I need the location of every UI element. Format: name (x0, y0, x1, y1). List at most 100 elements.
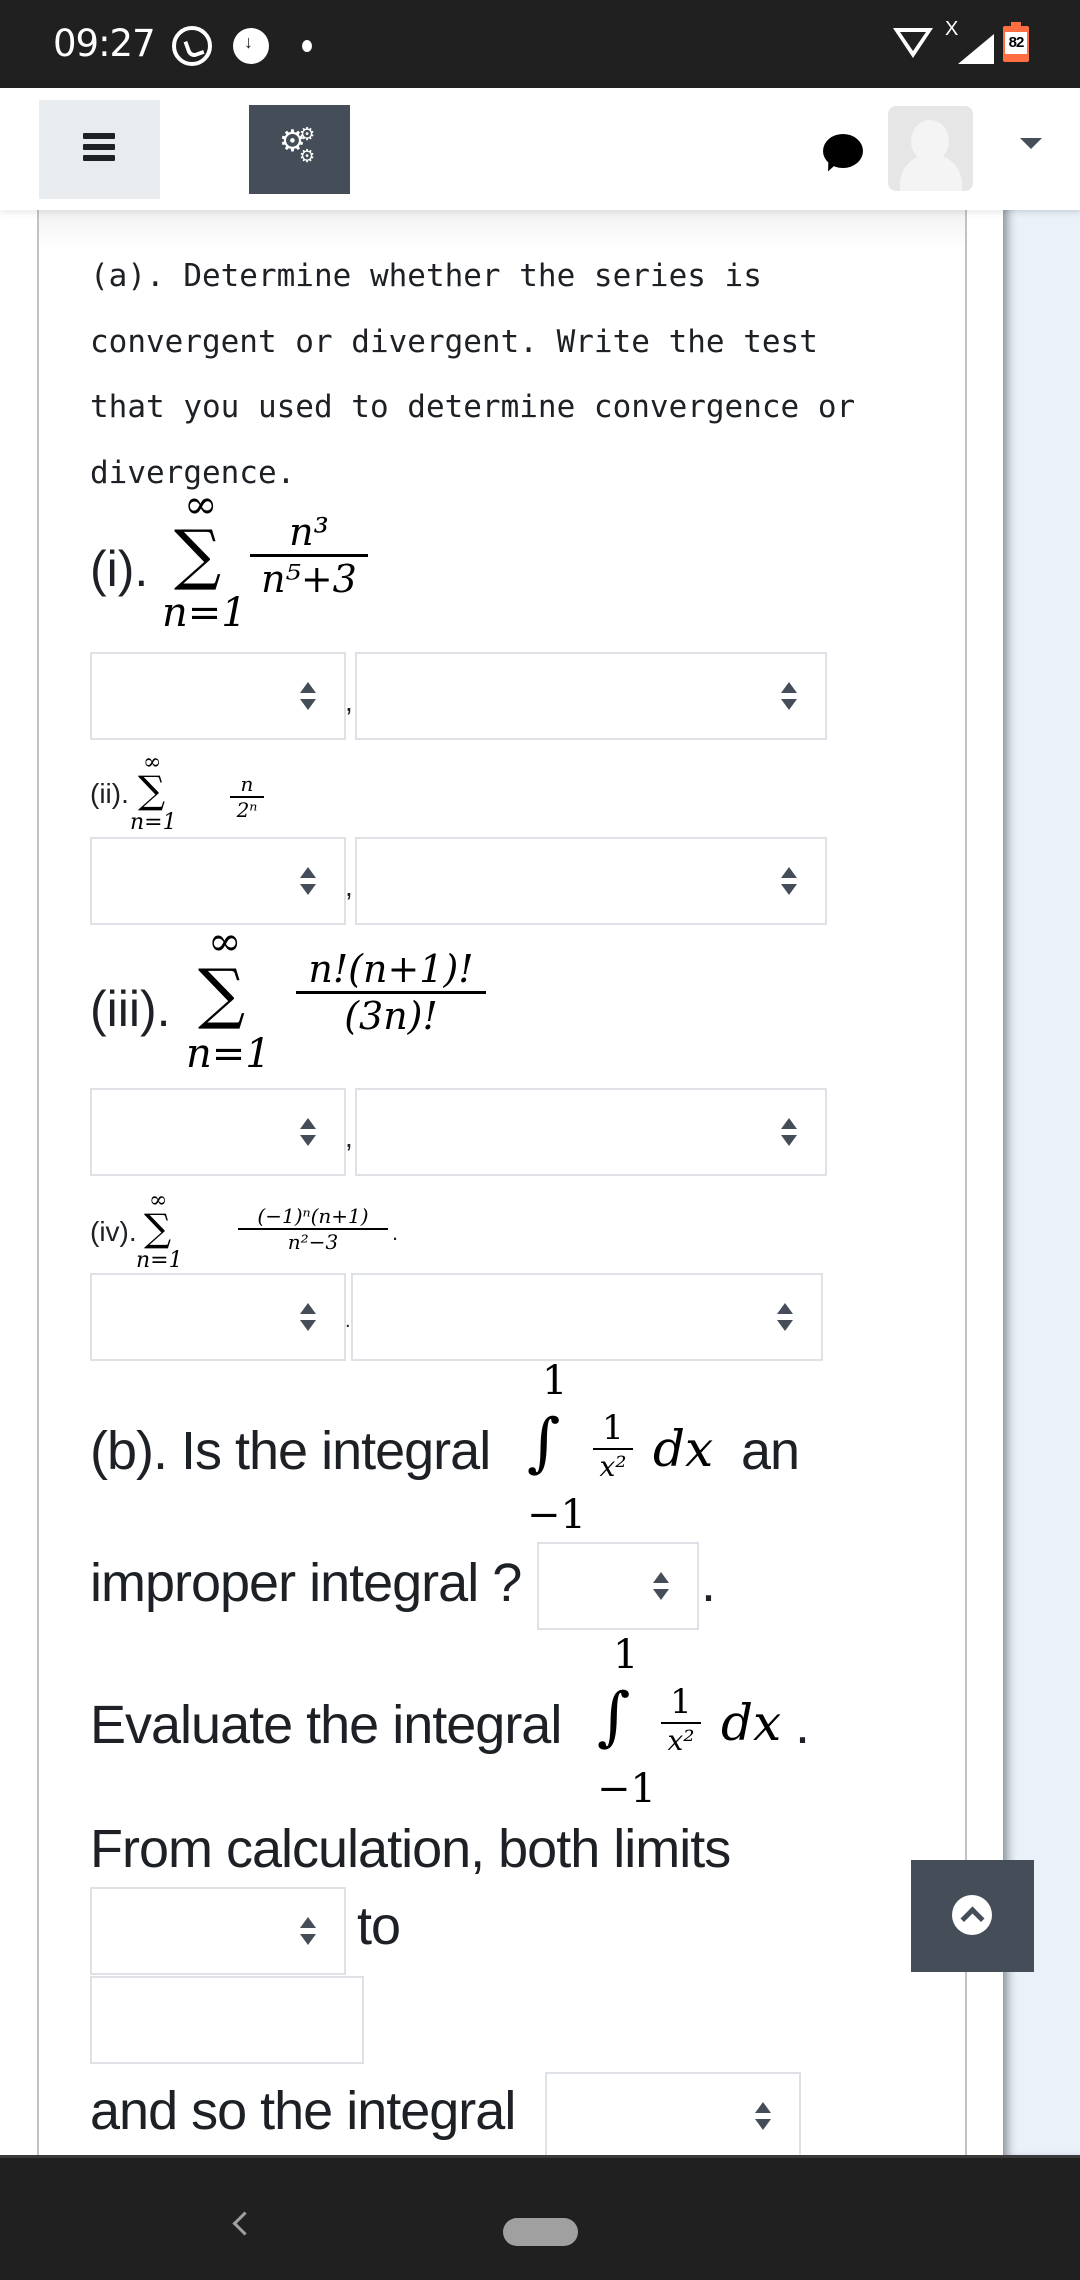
integral-upper-limit: 1 (542, 1358, 568, 1404)
convergence-select-i[interactable] (90, 652, 346, 740)
integral-sign: ∫ (597, 1680, 631, 1754)
settings-button[interactable]: ⚙ ⚙ ⚙ (249, 105, 350, 194)
test-select-ii[interactable] (355, 837, 827, 925)
sum-lower-limit: n=1 (162, 590, 247, 636)
sum-lower-limit: n=1 (136, 1248, 183, 1273)
select-arrows-icon (300, 1917, 316, 1945)
integrand-denominator: x² (667, 1724, 695, 1757)
caret-down-icon[interactable] (1020, 138, 1042, 149)
select-arrows-icon (300, 682, 316, 710)
limit-value-input[interactable] (90, 1976, 364, 2064)
series-label: (i). (90, 541, 149, 597)
select-arrows-icon (300, 867, 316, 895)
chevron-up-circle-icon (952, 1895, 992, 1935)
sigma-symbol: ∑ (174, 516, 222, 593)
denominator: 2ⁿ (236, 798, 258, 822)
menu-button[interactable] (39, 100, 160, 199)
series-term: (−1)ⁿ(n+1) n²−3 (238, 1204, 388, 1254)
sum-lower-limit: n=1 (186, 1031, 271, 1077)
test-select-i[interactable] (355, 652, 827, 740)
battery-level: 82 (1005, 32, 1027, 54)
separator: . (345, 1310, 351, 1332)
select-arrows-icon (781, 682, 797, 710)
download-icon (233, 28, 269, 64)
series-i: (i). ∞ ∑ n=1 n³ n⁵+3 (90, 482, 490, 650)
select-arrows-icon (653, 1572, 669, 1600)
calculation-statement: From calculation, both limits (90, 1819, 731, 1879)
separator: , (345, 871, 353, 902)
convergence-select-ii[interactable] (90, 837, 346, 925)
integral-lower-limit: −1 (597, 1766, 656, 1812)
convergence-select-iii[interactable] (90, 1088, 346, 1176)
series-term: n 2ⁿ (230, 772, 264, 822)
convergence-select-iv[interactable] (90, 1273, 346, 1361)
series-label: (ii). (90, 778, 129, 809)
period: . (701, 1553, 716, 1613)
test-select-iii[interactable] (355, 1088, 827, 1176)
integrand-numerator: 1 (602, 1408, 624, 1448)
select-arrows-icon (781, 1118, 797, 1146)
integrand: 1 x² (661, 1682, 701, 1757)
improper-select[interactable] (537, 1542, 699, 1630)
differential: dx (721, 1694, 782, 1752)
system-nav-bar (0, 2155, 1080, 2280)
result-select[interactable] (545, 2072, 801, 2160)
part-b-suffix: an (741, 1421, 800, 1481)
select-arrows-icon (300, 1118, 316, 1146)
select-arrows-icon (781, 867, 797, 895)
part-b-question: (b). Is the integral (90, 1421, 491, 1481)
denominator: n²−3 (287, 1230, 339, 1254)
select-arrows-icon (755, 2102, 771, 2130)
integral-lower-limit: −1 (527, 1492, 586, 1538)
integrand: 1 x² (593, 1408, 633, 1483)
test-select-iv[interactable] (351, 1273, 823, 1361)
separator: , (345, 686, 353, 717)
sigma-symbol: ∑ (198, 955, 246, 1032)
gears-icon: ⚙ ⚙ ⚙ (279, 124, 316, 166)
denominator: (3n)! (344, 994, 438, 1038)
sum-lower-limit: n=1 (130, 810, 177, 835)
speech-bubble-icon[interactable] (823, 134, 863, 168)
status-time: 09:27 (53, 22, 156, 65)
sigma-symbol: ∑ (138, 768, 166, 812)
series-ii: (ii). ∞ ∑ n=1 n 2ⁿ (90, 740, 290, 840)
series-label: (iii). (90, 981, 171, 1037)
signal-icon (958, 34, 994, 64)
numerator: n³ (289, 510, 329, 554)
numerator: (−1)ⁿ(n+1) (257, 1204, 369, 1228)
series-label: (iv). (90, 1216, 137, 1247)
evaluate-instruction: Evaluate the integral (90, 1695, 562, 1755)
wifi-icon (893, 28, 933, 58)
status-bar: 09:27 X 82 (0, 0, 1080, 88)
back-to-top-button[interactable] (911, 1860, 1034, 1972)
integral-upper-limit: 1 (613, 1632, 639, 1678)
whatsapp-icon (172, 26, 212, 66)
series-iv: (iv). ∞ ∑ n=1 (−1)ⁿ(n+1) n²−3 . (90, 1176, 398, 1276)
period: . (795, 1695, 810, 1755)
select-arrows-icon (300, 1303, 316, 1331)
to-word: to (357, 1896, 401, 1956)
intro-line: that you used to determine convergence o… (90, 389, 856, 425)
part-a-instructions: (a). Determine whether the series is con… (90, 244, 930, 506)
user-avatar[interactable] (888, 106, 973, 191)
trailing-period: . (392, 1220, 399, 1245)
differential: dx (653, 1420, 714, 1478)
denominator: n⁵+3 (261, 557, 357, 601)
integrand-denominator: x² (599, 1450, 627, 1483)
series-term: n³ n⁵+3 (250, 510, 368, 601)
back-chevron-icon[interactable] (232, 2213, 246, 2237)
intro-line: (a). Determine whether the series is (90, 258, 762, 294)
select-arrows-icon (777, 1303, 793, 1331)
integral-sign: ∫ (527, 1406, 561, 1480)
separator: , (345, 1122, 353, 1153)
battery-icon: 82 (1003, 22, 1029, 62)
limits-select[interactable] (90, 1887, 346, 1975)
series-term: n!(n+1)! (3n)! (296, 947, 486, 1038)
question-card: (a). Determine whether the series is con… (37, 210, 967, 2160)
numerator: n (240, 772, 254, 796)
app-header: ⚙ ⚙ ⚙ (0, 88, 1080, 210)
home-pill-icon[interactable] (503, 2218, 578, 2246)
series-iii: (iii). ∞ ∑ n=1 n!(n+1)! (3n)! (90, 919, 530, 1095)
intro-line: convergent or divergent. Write the test (90, 323, 818, 360)
no-data-marker: X (945, 18, 959, 40)
